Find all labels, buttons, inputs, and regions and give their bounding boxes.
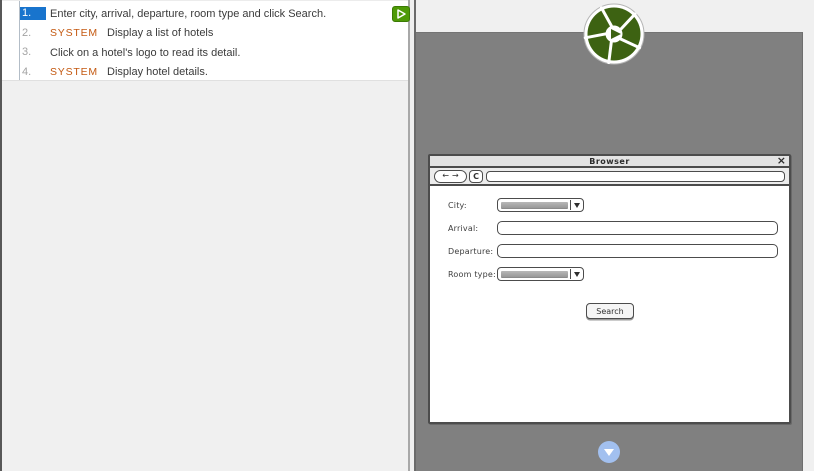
arrival-input[interactable] <box>497 221 778 235</box>
arrival-label: Arrival: <box>448 224 497 233</box>
url-input[interactable] <box>486 171 785 182</box>
close-icon[interactable]: × <box>777 154 786 168</box>
app-window: 1. Enter city, arrival, departure, room … <box>0 0 814 471</box>
forward-button[interactable]: → <box>452 172 459 180</box>
step-text: Enter city, arrival, departure, room typ… <box>50 8 326 20</box>
search-button[interactable]: Search <box>586 303 634 319</box>
run-button[interactable] <box>392 6 410 22</box>
room-type-row: Room type: <box>448 267 789 281</box>
steps-list: 1. Enter city, arrival, departure, room … <box>2 0 408 81</box>
arrival-row: Arrival: <box>448 221 789 235</box>
step-text: Display a list of hotels <box>107 27 213 39</box>
step-number-selected: 1. <box>20 7 46 20</box>
departure-row: Departure: <box>448 244 789 258</box>
step-row-1[interactable]: 1. Enter city, arrival, departure, room … <box>2 4 408 24</box>
next-step-button[interactable] <box>598 441 620 463</box>
step-row-3[interactable]: 3. Click on a hotel's logo to read its d… <box>2 43 408 63</box>
refresh-button[interactable]: C <box>469 170 483 183</box>
step-row-4[interactable]: 4. SYSTEM Display hotel details. <box>2 63 408 83</box>
canvas-pane: Browser × ← → C City: <box>416 32 803 471</box>
dropdown-arrow-icon <box>574 203 580 208</box>
combobox-value-bar <box>501 271 568 278</box>
room-type-label: Room type: <box>448 270 497 279</box>
play-icon <box>394 7 409 21</box>
step-number: 2. <box>20 27 46 40</box>
step-text: Click on a hotel's logo to read its deta… <box>50 47 240 59</box>
browser-toolbar: ← → C <box>430 168 789 186</box>
combobox-arrow-button[interactable] <box>570 269 582 279</box>
nav-button-group: ← → <box>434 170 467 183</box>
step-text: Display hotel details. <box>107 66 208 78</box>
browser-content: City: Arrival: Departure: <box>430 186 789 418</box>
dropdown-arrow-icon <box>574 272 580 277</box>
city-row: City: <box>448 198 789 212</box>
chevron-down-icon <box>604 449 614 456</box>
steps-panel: 1. Enter city, arrival, departure, room … <box>0 0 410 471</box>
app-logo <box>583 3 645 65</box>
browser-window[interactable]: Browser × ← → C City: <box>428 154 791 424</box>
step-number: 4. <box>20 66 46 79</box>
combobox-arrow-button[interactable] <box>570 200 582 210</box>
combobox-value-bar <box>501 202 568 209</box>
step-keyword-system: SYSTEM <box>50 66 107 78</box>
aperture-play-icon <box>583 3 645 65</box>
step-row-2[interactable]: 2. SYSTEM Display a list of hotels <box>2 24 408 44</box>
step-keyword-system: SYSTEM <box>50 27 107 39</box>
city-combobox[interactable] <box>497 198 584 212</box>
city-label: City: <box>448 201 497 210</box>
back-button[interactable]: ← <box>442 172 449 180</box>
room-type-combobox[interactable] <box>497 267 584 281</box>
departure-input[interactable] <box>497 244 778 258</box>
browser-title: Browser <box>589 157 630 166</box>
browser-titlebar[interactable]: Browser × <box>430 156 789 168</box>
step-number: 3. <box>20 46 46 59</box>
departure-label: Departure: <box>448 247 497 256</box>
